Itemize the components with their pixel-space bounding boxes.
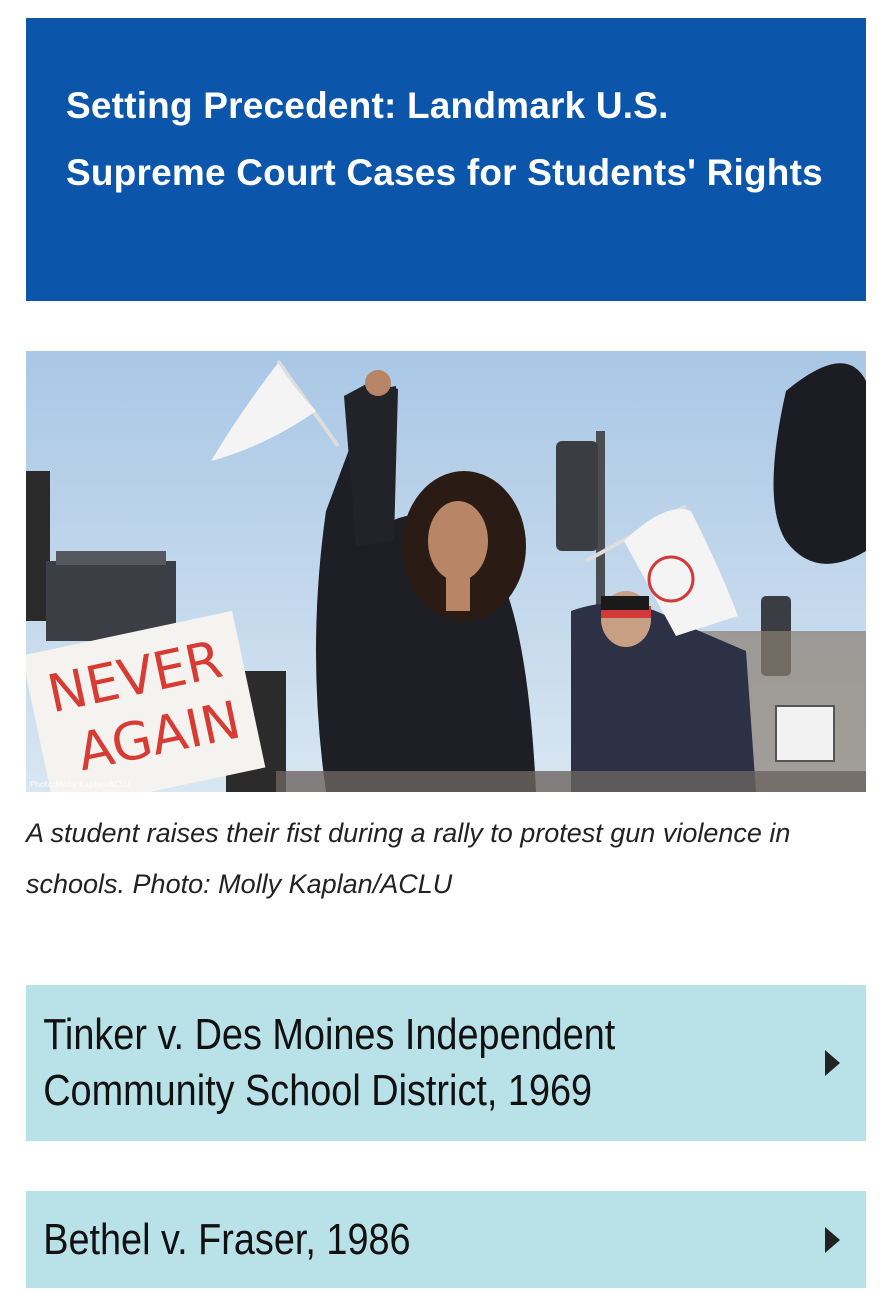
accordion-item-bethel[interactable]: Bethel v. Fraser, 1986 (26, 1191, 866, 1288)
photo-caption: A student raises their fist during a ral… (26, 818, 791, 899)
rally-photo: NEVER AGAIN Photo:Molly Kaplan/ACLU (26, 351, 866, 792)
caret-right-icon (825, 1050, 840, 1076)
photo-credit: Photo:Molly Kaplan/ACLU (30, 780, 130, 789)
page-title: Setting Precedent: Landmark U.S. Supreme… (66, 85, 823, 193)
hero-banner: Setting Precedent: Landmark U.S. Supreme… (26, 18, 866, 301)
accordion-item-label: Bethel v. Fraser, 1986 (43, 1214, 411, 1264)
accordion-item-tinker[interactable]: Tinker v. Des Moines Independent Communi… (26, 985, 866, 1141)
page: Setting Precedent: Landmark U.S. Supreme… (0, 0, 886, 1316)
photo-illustration: NEVER AGAIN (26, 351, 866, 792)
accordion-item-label: Tinker v. Des Moines Independent Communi… (43, 1010, 616, 1115)
caret-right-icon (825, 1226, 840, 1253)
